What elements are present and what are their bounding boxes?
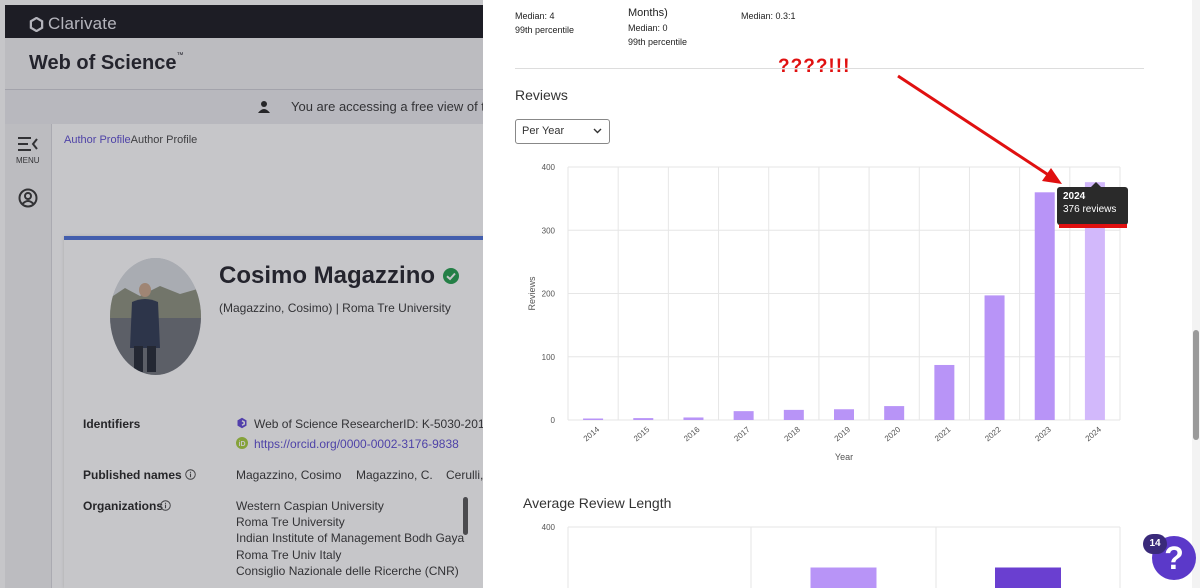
chart-bars	[583, 182, 1105, 420]
screen: Clarivate Web of Science™ You are access…	[0, 0, 1200, 588]
bar	[783, 409, 804, 420]
x-tick-label: 2021	[933, 425, 953, 444]
y-axis-label: Reviews	[527, 276, 537, 311]
x-tick-label: 2017	[732, 425, 752, 444]
bar	[984, 295, 1005, 420]
y-tick-label: 0	[551, 416, 556, 425]
bar	[884, 406, 905, 420]
bar	[810, 567, 877, 588]
y-tick-label: 400	[542, 523, 556, 532]
bar	[583, 418, 604, 420]
x-axis-label: Year	[835, 452, 853, 462]
x-tick-label: 2015	[632, 425, 652, 444]
y-tick-label: 300	[542, 226, 556, 235]
tooltip-notch	[1091, 182, 1101, 187]
x-tick-label: 2023	[1033, 425, 1053, 444]
annotation-text: ????!!!	[778, 56, 851, 77]
bar	[633, 418, 654, 420]
tooltip-year: 2024	[1063, 191, 1086, 202]
x-tick-labels: 2014 2015 2016 2017 2018 2019 2020 2021 2022 2023…	[582, 425, 1104, 444]
annotation-arrow	[897, 74, 1062, 184]
bar	[683, 417, 704, 420]
x-tick-label: 2019	[833, 425, 853, 444]
x-tick-label: 2014	[582, 425, 602, 444]
average-review-length-title: Average Review Length	[523, 495, 672, 511]
tooltip-value: 376 reviews	[1063, 204, 1117, 215]
x-tick-label: 2022	[983, 425, 1003, 444]
average-review-length-chart: 400	[542, 523, 1121, 588]
bar	[834, 409, 854, 420]
x-tick-label: 2018	[783, 425, 803, 444]
x-tick-label: 2016	[682, 425, 702, 444]
bar	[995, 567, 1061, 588]
y-tick-label: 100	[542, 353, 556, 362]
y-tick-label: 200	[542, 290, 556, 299]
bar-tooltip: 2024 376 reviews	[1057, 182, 1128, 228]
notification-badge: 14	[1143, 534, 1167, 554]
y-tick-label: 400	[542, 163, 556, 172]
panel-scrollbar[interactable]	[1192, 0, 1200, 588]
bar	[934, 364, 955, 420]
bar	[1034, 192, 1055, 420]
x-tick-label: 2024	[1084, 425, 1104, 444]
bar	[733, 411, 754, 420]
modal-backdrop[interactable]	[0, 0, 483, 588]
y-tick-labels: 0 100 200 300 400	[542, 163, 556, 425]
annotation-underline	[1059, 224, 1127, 228]
scrollbar-thumb[interactable]	[1193, 330, 1199, 440]
x-tick-label: 2020	[883, 425, 903, 444]
